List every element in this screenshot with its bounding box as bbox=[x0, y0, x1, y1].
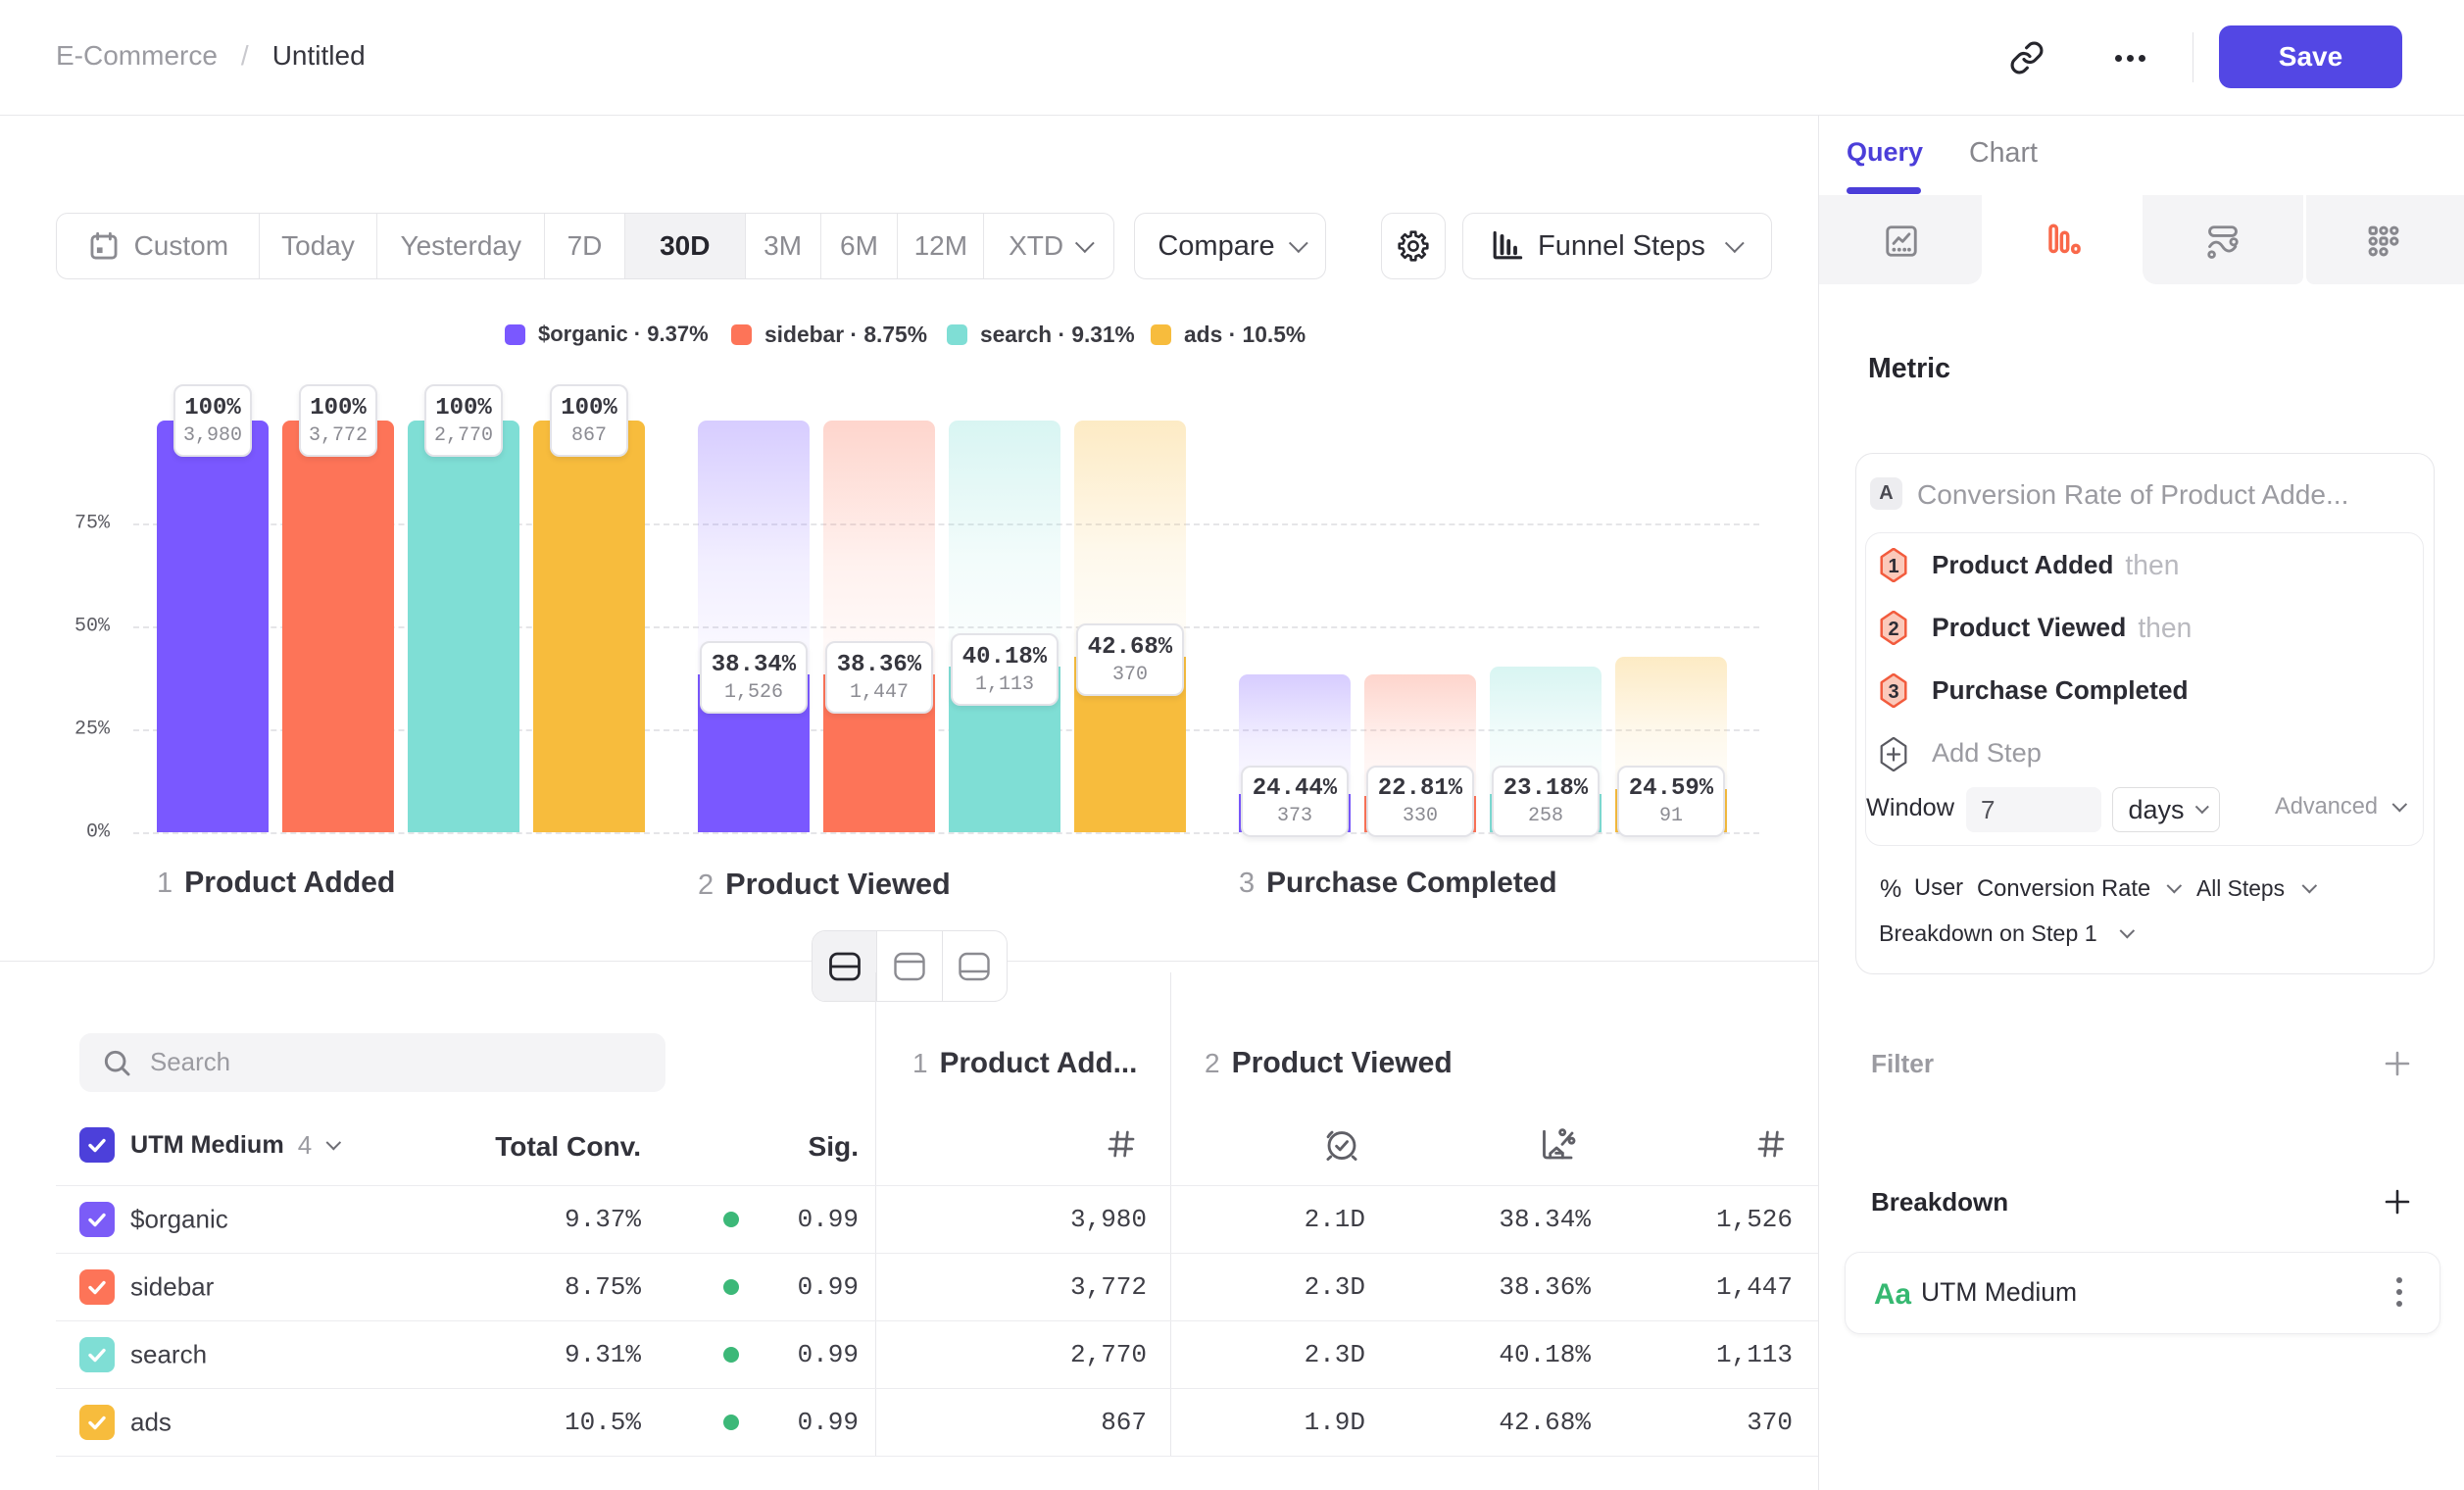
svg-text:3: 3 bbox=[1888, 681, 1898, 703]
svg-text:1: 1 bbox=[1888, 556, 1898, 577]
svg-text:2: 2 bbox=[1888, 619, 1898, 640]
